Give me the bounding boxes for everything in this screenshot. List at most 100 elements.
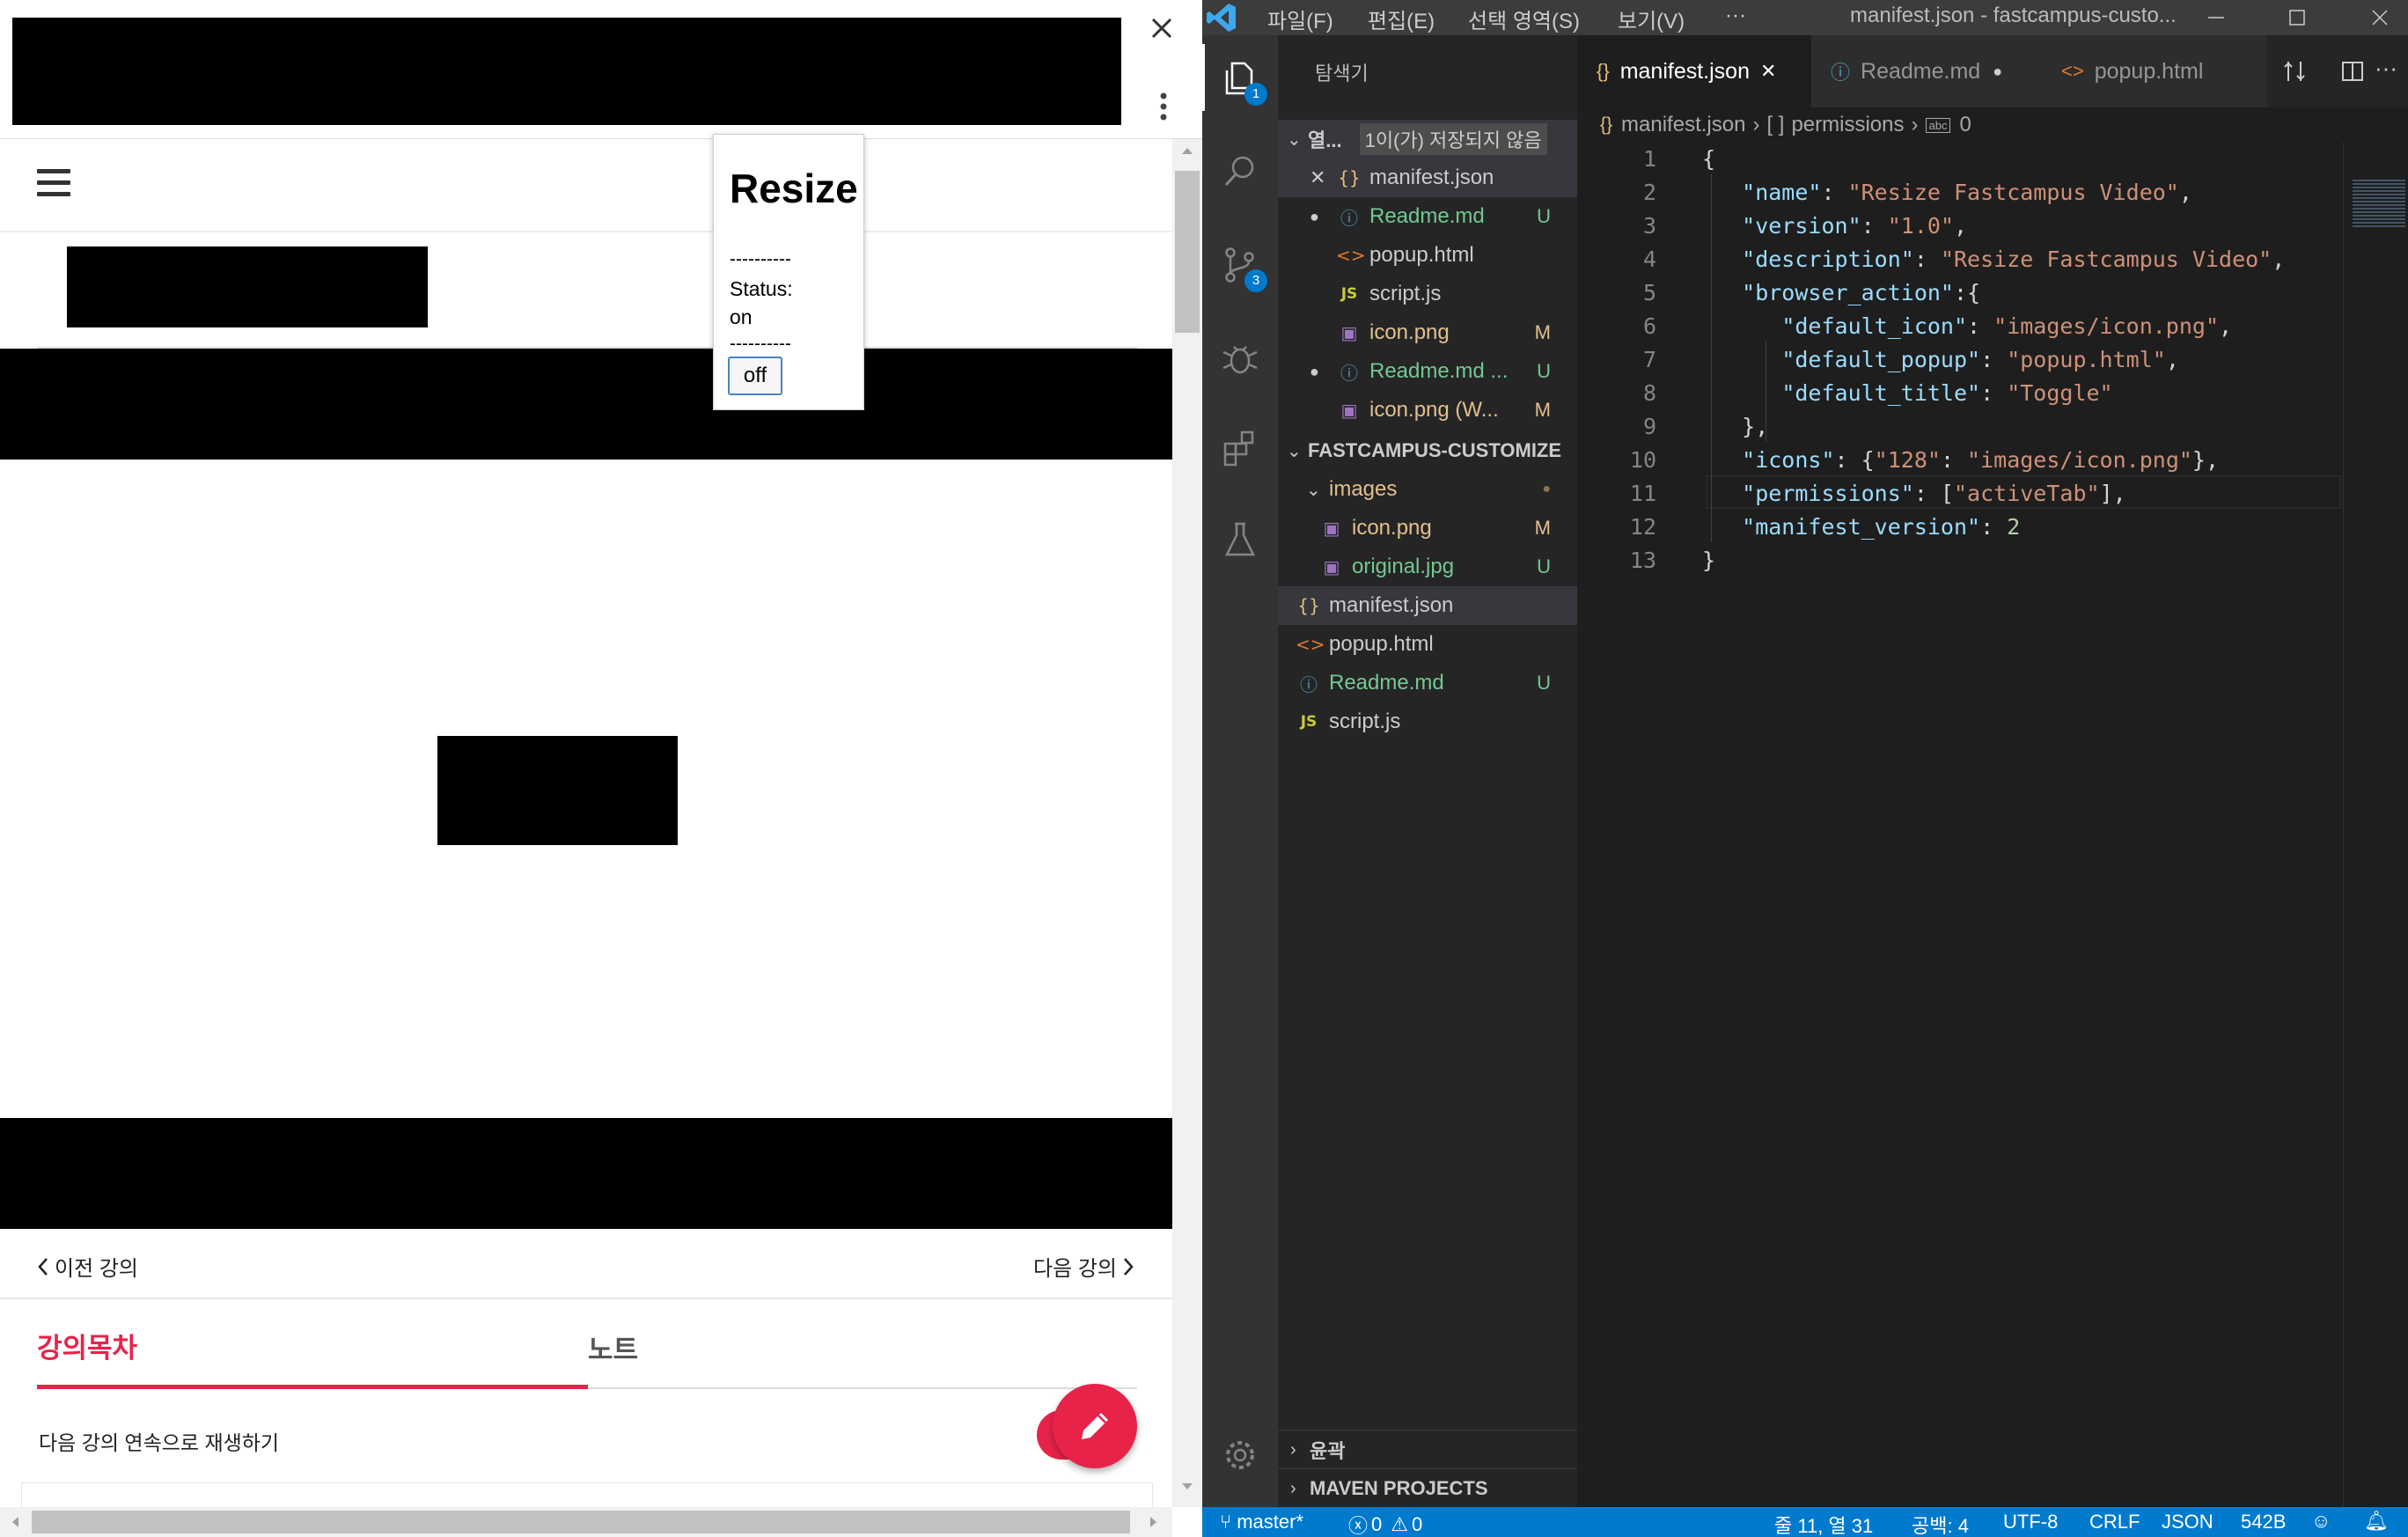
close-icon[interactable] <box>2369 7 2390 28</box>
prev-lecture-link[interactable]: 이전 강의 <box>37 1251 138 1282</box>
code-token: : { <box>1834 447 1875 473</box>
code-line[interactable]: 9 }, <box>1577 410 2343 444</box>
scroll-up-icon[interactable] <box>1181 146 1193 155</box>
menu-file[interactable]: 파일(F) <box>1267 4 1333 34</box>
next-lecture-link[interactable]: 다음 강의 <box>1033 1251 1134 1282</box>
project-header[interactable]: ⌄ FASTCAMPUS-CUSTOMIZE <box>1278 431 1577 470</box>
open-editor-item[interactable]: JS script.js <box>1278 275 1577 313</box>
code-line[interactable]: 4 "description": "Resize Fastcampus Vide… <box>1577 243 2343 276</box>
code-line[interactable]: 7 "default_popup": "popup.html", <box>1577 343 2343 377</box>
maximize-icon[interactable] <box>2287 7 2308 28</box>
code-line[interactable]: 13} <box>1577 544 2343 577</box>
tree-item[interactable]: ▣ icon.png M <box>1278 509 1577 548</box>
minimize-icon[interactable] <box>2206 7 2227 28</box>
vertical-scroll-thumb[interactable] <box>1175 171 1200 333</box>
code-editor[interactable]: 1{2 "name": "Resize Fastcampus Video", 3 … <box>1577 143 2343 636</box>
code-line[interactable]: 3 "version": "1.0", <box>1577 210 2343 243</box>
code-line[interactable]: 11 "permissions": ["activeTab"], <box>1577 477 2343 511</box>
feedback-icon[interactable]: ☺ <box>2311 1510 2331 1533</box>
code-line[interactable]: 10 "icons": {"128": "images/icon.png"}, <box>1577 444 2343 477</box>
tab-manifest-json[interactable]: {} manifest.json ✕ <box>1577 35 1811 107</box>
open-editors-header[interactable]: ⌄ 열... 1이(가) 저장되지 않음 <box>1278 120 1577 158</box>
warning-icon: ⚠ <box>1391 1513 1408 1535</box>
tree-label: icon.png <box>1352 516 1432 540</box>
tree-item[interactable]: ▣ original.jpg U <box>1278 548 1577 586</box>
gear-icon[interactable] <box>1202 1417 1278 1493</box>
compare-changes-icon[interactable] <box>2281 58 2308 85</box>
explorer-icon[interactable]: 1 <box>1202 40 1278 116</box>
split-editor-icon[interactable] <box>2339 58 2366 85</box>
open-editor-item[interactable]: ▣ icon.png M <box>1278 313 1577 352</box>
tree-item[interactable]: <> popup.html <box>1278 625 1577 664</box>
minimap[interactable] <box>2343 143 2408 1507</box>
open-editor-item[interactable]: ● ⓘ Readme.md ... U <box>1278 352 1577 391</box>
encoding[interactable]: UTF-8 <box>2003 1511 2058 1533</box>
debug-icon[interactable] <box>1202 320 1278 396</box>
code-line[interactable]: 6 "default_icon": "images/icon.png", <box>1577 310 2343 343</box>
more-actions-icon[interactable]: ··· <box>2375 55 2397 82</box>
horizontal-scroll-thumb[interactable] <box>32 1511 1130 1533</box>
extensions-icon[interactable] <box>1202 410 1278 486</box>
menu-selection[interactable]: 선택 영역(S) <box>1468 4 1580 34</box>
chevron-left-icon <box>38 1257 48 1276</box>
problems-indicator[interactable]: ⓧ 0 ⚠ 0 <box>1348 1511 1422 1537</box>
code-line[interactable]: 8 "default_title": "Toggle" <box>1577 377 2343 410</box>
line-ending[interactable]: CRLF <box>2089 1511 2140 1533</box>
tree-item[interactable]: JS script.js <box>1278 702 1577 741</box>
indentation[interactable]: 공백: 4 <box>1912 1511 1969 1537</box>
tab-readme[interactable]: ⓘ Readme.md ● <box>1811 35 2042 107</box>
scroll-left-icon[interactable] <box>11 1516 19 1528</box>
scroll-right-icon[interactable] <box>1149 1516 1158 1528</box>
source-control-icon[interactable]: 3 <box>1202 227 1278 303</box>
search-icon[interactable] <box>1202 134 1278 210</box>
tree-label: manifest.json <box>1329 593 1454 617</box>
close-icon[interactable] <box>1146 12 1178 44</box>
scroll-down-icon[interactable] <box>1181 1482 1193 1491</box>
menu-more[interactable]: ··· <box>1725 4 1746 28</box>
editor-area: {} manifest.json ✕ ⓘ Readme.md ● <> popu… <box>1577 35 2408 1507</box>
redacted-logo <box>67 246 428 327</box>
json-icon: {} <box>1297 595 1320 616</box>
breadcrumb-key[interactable]: permissions <box>1791 113 1904 137</box>
code-token: : [ <box>1913 481 1954 506</box>
open-editor-item[interactable]: <> popup.html <box>1278 236 1577 275</box>
menu-edit[interactable]: 편집(E) <box>1368 4 1435 34</box>
menu-view[interactable]: 보기(V) <box>1618 4 1685 34</box>
tree-item[interactable]: {} manifest.json <box>1278 586 1577 625</box>
horizontal-scrollbar[interactable] <box>0 1507 1172 1537</box>
breadcrumb-index[interactable]: 0 <box>1959 113 1971 137</box>
toggle-off-button[interactable]: off <box>728 357 782 395</box>
open-editor-item[interactable]: ● ⓘ Readme.md U <box>1278 197 1577 236</box>
tab-toc[interactable]: 강의목차 <box>37 1326 137 1365</box>
pencil-icon <box>1082 1413 1108 1439</box>
bell-icon[interactable]: 🔔︎ <box>2364 1510 2389 1533</box>
open-editor-item[interactable]: ▣ icon.png (W... M <box>1278 391 1577 430</box>
vertical-scrollbar[interactable] <box>1172 139 1202 1507</box>
code-line[interactable]: 1{ <box>1577 143 2343 176</box>
maven-header[interactable]: › MAVEN PROJECTS <box>1278 1468 1577 1508</box>
hamburger-icon[interactable] <box>37 169 72 204</box>
info-icon: ⓘ <box>1831 62 1851 84</box>
popup-divider: ---------- <box>730 249 791 269</box>
kebab-icon[interactable] <box>1155 92 1172 121</box>
open-editor-item[interactable]: ✕ {} manifest.json <box>1278 158 1577 197</box>
popup-status-value: on <box>730 305 752 328</box>
tab-notes[interactable]: 노트 <box>588 1327 638 1367</box>
array-icon: [ ] <box>1766 113 1785 136</box>
language-mode[interactable]: JSON <box>2162 1511 2213 1533</box>
close-icon[interactable]: ✕ <box>1310 166 1336 189</box>
close-icon[interactable]: ✕ <box>1760 60 1776 83</box>
flask-icon[interactable] <box>1202 502 1278 577</box>
tree-folder[interactable]: ⌄ images ● <box>1278 470 1577 509</box>
tree-item[interactable]: ⓘ Readme.md U <box>1278 664 1577 702</box>
code-token: :{ <box>1953 280 1981 305</box>
edit-note-button[interactable] <box>1053 1384 1137 1468</box>
outline-header[interactable]: › 윤곽 <box>1278 1430 1577 1469</box>
tab-popup-html[interactable]: <> popup.html <box>2042 35 2267 107</box>
breadcrumb-file[interactable]: manifest.json <box>1621 113 1745 137</box>
code-line[interactable]: 2 "name": "Resize Fastcampus Video", <box>1577 176 2343 210</box>
cursor-position[interactable]: 줄 11, 열 31 <box>1774 1511 1873 1537</box>
code-line[interactable]: 12 "manifest_version": 2 <box>1577 511 2343 544</box>
code-line[interactable]: 5 "browser_action":{ <box>1577 276 2343 310</box>
branch-indicator[interactable]: ⑂ master* <box>1220 1511 1303 1533</box>
